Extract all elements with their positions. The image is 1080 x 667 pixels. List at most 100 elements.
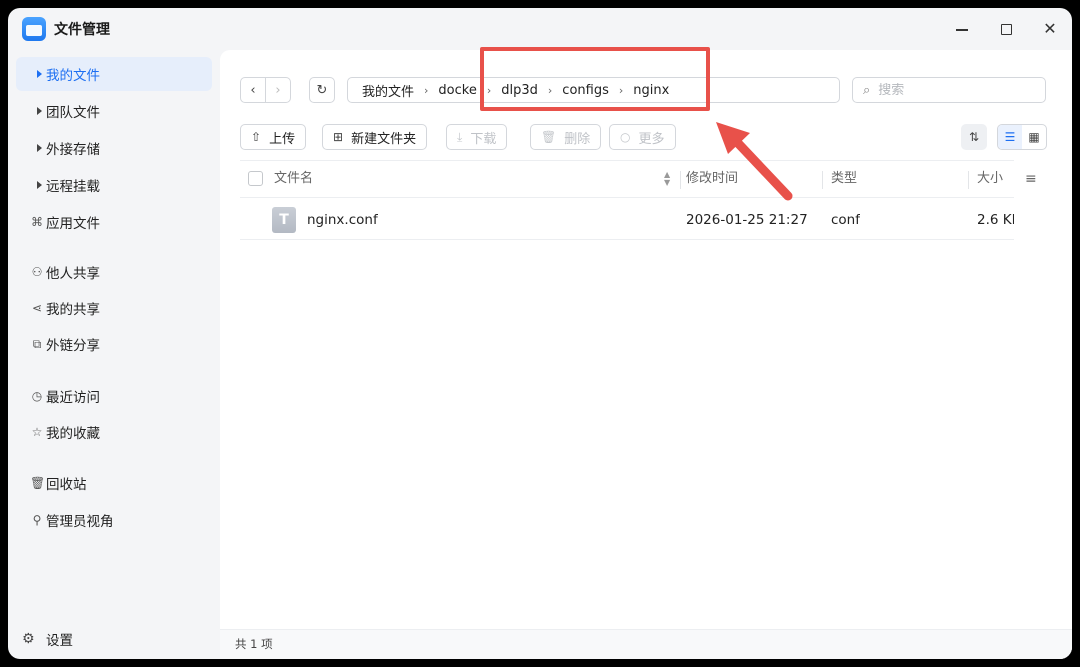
external-link-icon: ⧉ xyxy=(32,336,42,351)
new-folder-button[interactable]: ⊞ 新建文件夹 xyxy=(322,124,428,150)
sidebar-item-label: 远程挂载 xyxy=(46,179,100,195)
download-icon: ⤓ xyxy=(457,129,463,144)
sidebar-item-label: 外接存储 xyxy=(46,142,100,158)
sidebar-item-label: 管理员视角 xyxy=(46,514,114,530)
more-icon: ○ xyxy=(620,130,631,144)
chevron-right-icon: › xyxy=(424,83,429,97)
column-header-name[interactable]: 文件名 xyxy=(274,161,313,197)
table-header: 文件名 ▲ ▼ 修改时间 类型 大小 xyxy=(240,160,1014,198)
sort-arrows-icon[interactable]: ▲ ▼ xyxy=(664,171,670,187)
download-button[interactable]: ⤓ 下载 xyxy=(446,124,508,150)
sidebar-item-recycle-bin[interactable]: 🗑 回收站 xyxy=(16,466,212,500)
new-folder-icon: ⊞ xyxy=(333,130,344,144)
column-divider[interactable] xyxy=(822,171,823,189)
sidebar-item-admin-view[interactable]: ⚲ 管理员视角 xyxy=(16,503,212,537)
column-divider[interactable] xyxy=(680,171,681,189)
upload-icon: ⇧ xyxy=(251,130,262,144)
settings-label: 设置 xyxy=(46,633,73,649)
sidebar-item-label: 最近访问 xyxy=(46,390,100,406)
gear-icon: ⚙ xyxy=(22,631,35,647)
sidebar-item-label: 我的收藏 xyxy=(46,426,100,442)
trash-icon: 🗑 xyxy=(541,130,557,144)
grid-view-button[interactable]: ▦ xyxy=(1022,125,1046,149)
close-button[interactable]: ✕ xyxy=(1038,18,1062,42)
breadcrumb-item[interactable]: 我的文件 xyxy=(362,81,414,100)
sidebar-item-label: 应用文件 xyxy=(46,216,100,232)
forward-button[interactable]: › xyxy=(265,77,291,103)
file-modified: 2026-01-25 21:27 xyxy=(686,212,808,228)
user-share-icon: ⚇ xyxy=(31,265,43,279)
title-bar: 文件管理 ✕ xyxy=(8,8,1072,52)
column-header-size[interactable]: 大小 xyxy=(977,161,1003,197)
share-icon: ⋖ xyxy=(31,301,43,315)
admin-icon: ⚲ xyxy=(32,513,42,527)
search-box[interactable]: ⌕ xyxy=(852,77,1046,103)
minimize-icon xyxy=(956,29,968,31)
more-label: 更多 xyxy=(638,131,665,147)
sidebar-item-my-files[interactable]: 我的文件 xyxy=(16,57,212,91)
more-button[interactable]: ○ 更多 xyxy=(609,124,676,150)
minimize-button[interactable] xyxy=(950,18,974,42)
grid-view-icon: ▦ xyxy=(1028,130,1040,144)
file-name[interactable]: nginx.conf xyxy=(307,200,378,240)
breadcrumb-item[interactable]: docke xyxy=(438,83,476,98)
caret-right-icon xyxy=(30,141,44,155)
sidebar: 我的文件 团队文件 外接存储 远程挂载 ⌘ 应用文件 ⚇ 他人共享 ⋖ 我的共享… xyxy=(8,52,220,659)
sidebar-item-label: 他人共享 xyxy=(46,266,100,282)
sidebar-item-label: 外链分享 xyxy=(46,338,100,354)
clock-icon: ◷ xyxy=(31,389,43,403)
select-all-checkbox[interactable] xyxy=(248,171,263,186)
sidebar-item-app-files[interactable]: ⌘ 应用文件 xyxy=(16,205,212,239)
sidebar-item-external-storage[interactable]: 外接存储 xyxy=(16,131,212,165)
file-manager-app-icon xyxy=(22,17,46,41)
sidebar-item-label: 我的文件 xyxy=(46,68,100,84)
sidebar-item-label: 回收站 xyxy=(46,477,87,493)
app-title: 文件管理 xyxy=(54,22,110,38)
sidebar-item-recent[interactable]: ◷ 最近访问 xyxy=(16,379,212,413)
column-settings-icon[interactable]: ≡ xyxy=(1025,171,1037,187)
refresh-button[interactable]: ↻ xyxy=(309,77,335,103)
maximize-icon xyxy=(1000,24,1012,35)
new-folder-label: 新建文件夹 xyxy=(351,131,417,147)
status-bar: 共 1 项 xyxy=(220,629,1072,659)
text-file-icon: T xyxy=(272,207,296,233)
sort-icon: ⇅ xyxy=(968,130,980,144)
column-header-type[interactable]: 类型 xyxy=(831,161,857,197)
column-header-modified[interactable]: 修改时间 xyxy=(686,161,738,197)
file-type: conf xyxy=(831,212,860,228)
delete-button[interactable]: 🗑 删除 xyxy=(530,124,602,150)
upload-label: 上传 xyxy=(269,131,296,147)
apps-icon: ⌘ xyxy=(31,215,43,229)
annotation-highlight-box xyxy=(480,47,710,111)
sidebar-item-link-shares[interactable]: ⧉ 外链分享 xyxy=(16,327,212,361)
sidebar-item-my-shares[interactable]: ⋖ 我的共享 xyxy=(16,291,212,325)
item-count: 共 1 项 xyxy=(235,637,273,651)
sidebar-item-team-files[interactable]: 团队文件 xyxy=(16,94,212,128)
delete-label: 删除 xyxy=(564,131,591,147)
star-icon: ☆ xyxy=(31,425,43,439)
table-row[interactable]: T nginx.conf 2026-01-25 21:27 conf 2.6 K… xyxy=(240,200,1014,240)
caret-right-icon xyxy=(30,67,44,81)
close-icon: ✕ xyxy=(1043,19,1057,38)
caret-right-icon xyxy=(30,178,44,192)
chevron-right-icon: › xyxy=(275,82,281,98)
caret-right-icon xyxy=(30,104,44,118)
download-label: 下载 xyxy=(470,131,497,147)
search-icon: ⌕ xyxy=(863,82,871,98)
refresh-icon: ↻ xyxy=(316,82,328,98)
sidebar-item-shared-with-me[interactable]: ⚇ 他人共享 xyxy=(16,255,212,289)
upload-button[interactable]: ⇧ 上传 xyxy=(240,124,307,150)
sort-button[interactable]: ⇅ xyxy=(961,124,987,150)
sidebar-item-remote-mount[interactable]: 远程挂载 xyxy=(16,168,212,202)
column-divider[interactable] xyxy=(968,171,969,189)
back-button[interactable]: ‹ xyxy=(240,77,266,103)
list-view-icon: ☰ xyxy=(1004,130,1016,144)
view-toggle: ☰ ▦ xyxy=(997,124,1047,150)
search-input[interactable] xyxy=(878,82,1019,98)
sidebar-item-favorites[interactable]: ☆ 我的收藏 xyxy=(16,415,212,449)
list-view-button[interactable]: ☰ xyxy=(998,125,1022,149)
settings-button[interactable]: ⚙ 设置 xyxy=(22,629,73,649)
trash-icon: 🗑 xyxy=(30,476,46,490)
maximize-button[interactable] xyxy=(994,18,1018,42)
chevron-left-icon: ‹ xyxy=(250,82,256,98)
